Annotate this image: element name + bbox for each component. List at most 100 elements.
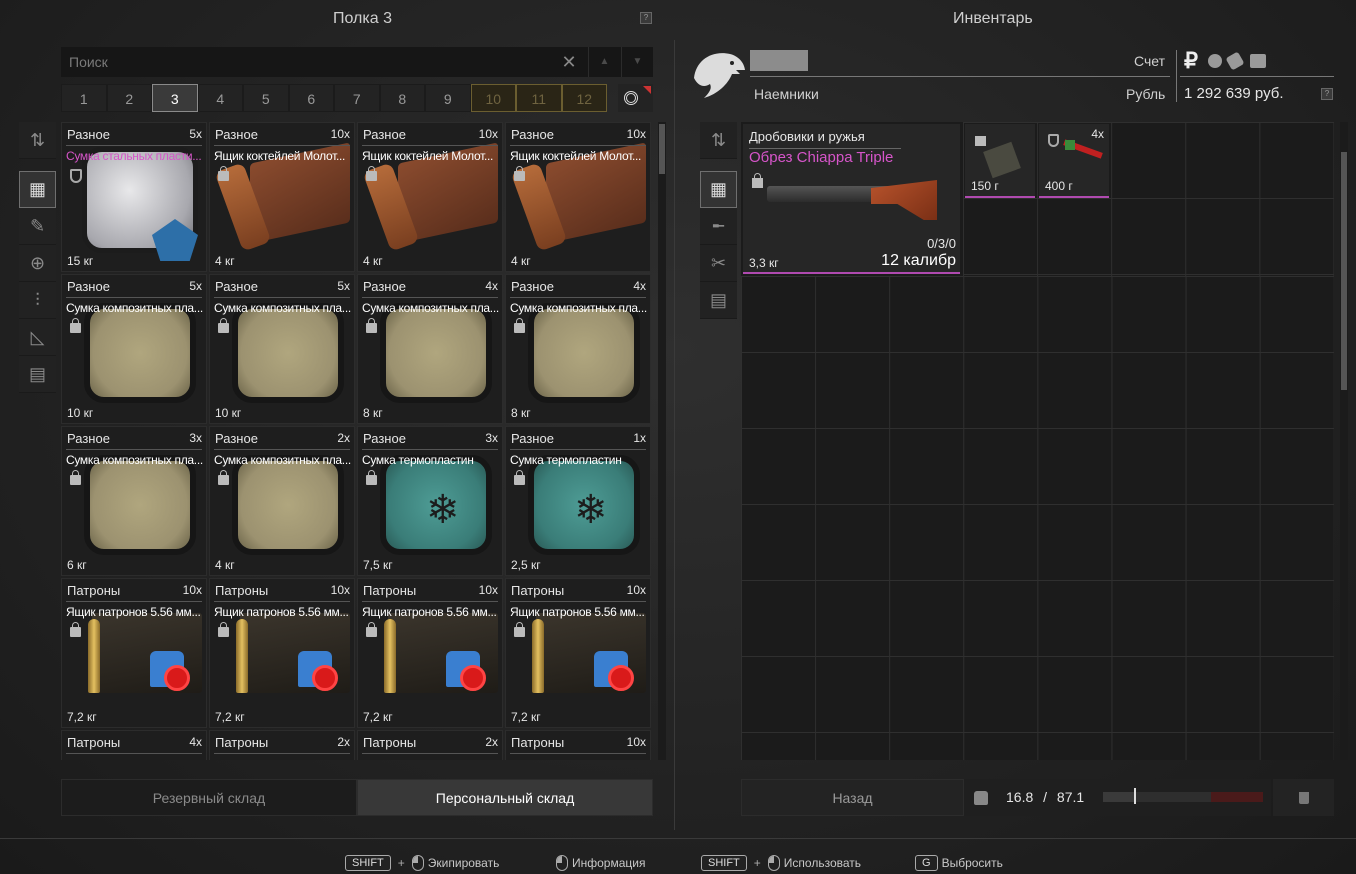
search-next-icon[interactable]: ▼	[621, 47, 653, 77]
shelf-grid: Разное 5x Сумка стальных пласти... 15 кг Раз…	[61, 122, 655, 760]
item-qty: 4x	[633, 279, 646, 293]
stash-item[interactable]: Патроны 10x Ящик патронов 5.56 мм... 7,2 кг	[61, 578, 207, 728]
shelf-scrollbar[interactable]	[658, 122, 666, 760]
shelf-tab-10[interactable]: 10	[470, 84, 516, 112]
ruble-icon[interactable]: ₽	[1184, 48, 1198, 74]
stash-item[interactable]: Патроны 10x Ящик патронов 5.56 мм... 7,2 кг	[505, 578, 651, 728]
left-filter-column: ⇅ ▦ ✎ ⊕ ⫶ ◺ ▤	[19, 122, 56, 393]
hint-equip: SHIFT + Экипировать	[345, 853, 499, 873]
mouse-left-icon	[556, 855, 568, 871]
item-image: ❄	[380, 455, 492, 555]
stash-item[interactable]: Разное 5x Сумка композитных пла... 10 кг	[209, 274, 355, 424]
stash-item[interactable]: Разное 10x Ящик коктейлей Молот... 4 кг	[357, 122, 503, 272]
stash-item[interactable]: Разное 3x Сумка композитных пла... 6 кг	[61, 426, 207, 576]
stash-item[interactable]: Патроны 10x Ящик патронов 5.56 мм... 7,2 кг	[209, 578, 355, 728]
repair-tools-filter-icon[interactable]: ✂	[700, 245, 737, 282]
shelf-tab-6[interactable]: 6	[288, 84, 334, 112]
inventory-item-small[interactable]: 4x 400 г	[1039, 124, 1109, 198]
item-category: Патроны	[363, 735, 417, 750]
lock-icon	[70, 470, 81, 485]
tools-filter-icon[interactable]: ◺	[19, 319, 56, 356]
shelf-tab-11[interactable]: 11	[516, 84, 562, 112]
shelf-settings-icon[interactable]	[618, 84, 653, 112]
weapon-filter-icon[interactable]: ╾	[700, 208, 737, 245]
trash-button[interactable]	[1273, 779, 1334, 816]
shelf-tabs: 1 2 3 4 5 6 7 8 9 10 11 12	[61, 84, 607, 112]
item-weight: 7,2 кг	[67, 710, 97, 724]
lock-icon	[514, 318, 525, 333]
shelf-tab-2[interactable]: 2	[106, 84, 152, 112]
ammo-filter-icon[interactable]: ⫶	[19, 282, 56, 319]
item-image	[232, 303, 344, 403]
shelf-tab-4[interactable]: 4	[197, 84, 243, 112]
stash-item[interactable]: ❄ Разное 1x Сумка термопластин 2,5 кг	[505, 426, 651, 576]
medkit-filter-icon[interactable]: ⊕	[19, 245, 56, 282]
stash-item[interactable]: Разное 2x Сумка композитных пла... 4 кг	[209, 426, 355, 576]
search-prev-icon[interactable]: ▲	[588, 47, 620, 77]
item-qty: 2x	[337, 431, 350, 445]
stash-item[interactable]: Разное 10x Ящик коктейлей Молот... 4 кг	[209, 122, 355, 272]
plus-sign: +	[753, 856, 761, 870]
inventory-weapon-slot[interactable]: Дробовики и ружья Обрез Chiappa Triple 0…	[743, 124, 960, 274]
shelf-tab-12[interactable]: 12	[561, 84, 607, 112]
key-icon[interactable]	[1225, 51, 1245, 71]
item-category: Патроны	[67, 735, 121, 750]
shelf-tab-9[interactable]: 9	[425, 84, 471, 112]
stash-item[interactable]: ❄ Разное 3x Сумка термопластин 7,5 кг	[357, 426, 503, 576]
item-weight: 10 кг	[67, 406, 94, 420]
lock-icon	[366, 622, 377, 637]
container-filter-icon[interactable]: ▤	[19, 356, 56, 393]
back-button[interactable]: Назад	[741, 779, 964, 816]
voucher-icon[interactable]	[1250, 54, 1266, 68]
target-badge-icon	[312, 665, 338, 691]
item-name: Ящик патронов 5.56 мм...	[214, 605, 349, 619]
item-image	[380, 303, 492, 403]
item-name: Сумка композитных пла...	[66, 453, 203, 467]
item-name: Ящик патронов 5.56 мм...	[510, 605, 645, 619]
mouse-left-icon	[767, 855, 780, 871]
grenade-filter-icon[interactable]: ✎	[19, 208, 56, 245]
all-items-filter-icon[interactable]: ▦	[19, 171, 56, 208]
hint-label: Экипировать	[427, 856, 500, 870]
shelf-tab-3[interactable]: 3	[152, 84, 198, 112]
hint-label: Использовать	[783, 856, 862, 870]
sort-icon-right[interactable]: ⇅	[700, 122, 737, 159]
target-badge-icon	[460, 665, 486, 691]
stash-item[interactable]: Патроны 10x Ящик патронов 5.56 мм... 7,2 кг	[357, 578, 503, 728]
hint-drop: G Выбросить	[915, 853, 1003, 873]
weight-current: 16.8	[1006, 789, 1034, 805]
stash-tab-personal[interactable]: Персональный склад	[357, 779, 653, 816]
all-items-filter-icon-right[interactable]: ▦	[700, 171, 737, 208]
stash-item[interactable]: Патроны 2x	[357, 730, 503, 760]
bullet-image	[532, 619, 544, 693]
sort-icon[interactable]: ⇅	[19, 122, 56, 159]
clear-search-icon[interactable]: ✕	[559, 52, 579, 72]
lock-icon	[366, 166, 377, 181]
stash-item[interactable]: Разное 5x Сумка стальных пласти... 15 кг	[61, 122, 207, 272]
container-filter-icon-right[interactable]: ▤	[700, 282, 737, 319]
item-weight: 15 кг	[67, 254, 94, 268]
inventory-item-small[interactable]: 150 г	[965, 124, 1035, 198]
search-input[interactable]	[61, 47, 581, 77]
shelf-tab-8[interactable]: 8	[379, 84, 425, 112]
item-qty: 10x	[330, 127, 350, 141]
inventory-scrollbar[interactable]	[1340, 122, 1348, 760]
stash-tab-reserve[interactable]: Резервный склад	[61, 779, 357, 816]
inventory-title: Инвентарь	[953, 10, 1033, 27]
stash-item[interactable]: Разное 5x Сумка композитных пла... 10 кг	[61, 274, 207, 424]
stash-item[interactable]: Патроны 4x	[61, 730, 207, 760]
item-name: Сумка композитных пла...	[510, 301, 647, 315]
stash-item[interactable]: Разное 4x Сумка композитных пла... 8 кг	[505, 274, 651, 424]
stash-item[interactable]: Патроны 2x	[209, 730, 355, 760]
help-icon-right[interactable]: ?	[1321, 88, 1333, 100]
help-icon[interactable]: ?	[640, 12, 652, 24]
stash-item[interactable]: Патроны 10x	[505, 730, 651, 760]
lock-icon	[70, 622, 81, 637]
shelf-tab-7[interactable]: 7	[334, 84, 380, 112]
item-name: Сумка композитных пла...	[214, 301, 351, 315]
coin-icon[interactable]	[1208, 54, 1222, 68]
shelf-tab-1[interactable]: 1	[61, 84, 107, 112]
stash-item[interactable]: Разное 10x Ящик коктейлей Молот... 4 кг	[505, 122, 651, 272]
shelf-tab-5[interactable]: 5	[243, 84, 289, 112]
stash-item[interactable]: Разное 4x Сумка композитных пла... 8 кг	[357, 274, 503, 424]
